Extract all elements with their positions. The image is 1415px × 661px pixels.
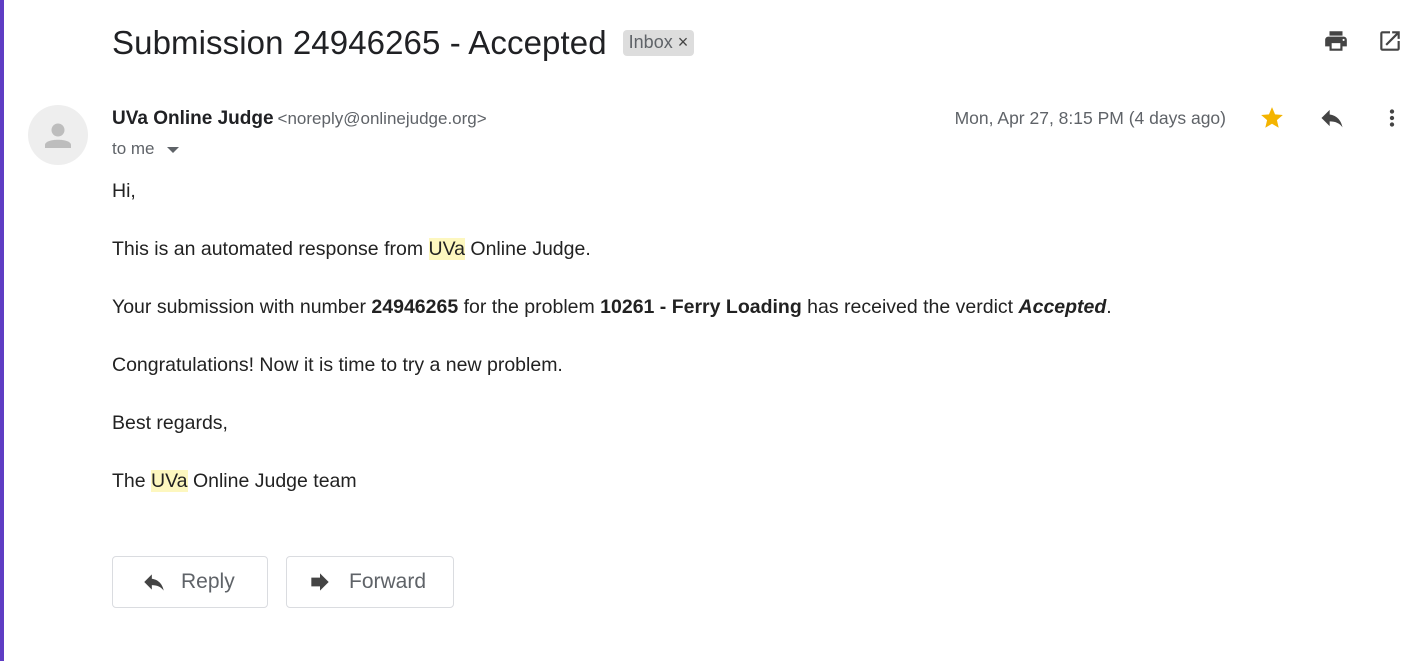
open-in-new-window-icon[interactable] [1375, 26, 1405, 56]
text-segment: This is an automated response from [112, 238, 429, 260]
reply-icon[interactable] [1317, 103, 1347, 133]
default-avatar-icon [45, 123, 71, 148]
reply-button-label: Reply [181, 570, 235, 593]
body-line-signature: The UVa Online Judge team [112, 468, 1112, 495]
remove-label-button[interactable]: × [678, 32, 689, 53]
verdict: Accepted [1018, 296, 1107, 318]
text-segment: The [112, 470, 152, 492]
text-segment: Your submission with number [112, 296, 372, 318]
recipient-line: to me [112, 139, 179, 159]
chevron-down-icon[interactable] [166, 147, 179, 153]
top-toolbar [1321, 26, 1405, 56]
email-subject: Submission 24946265 - Accepted [112, 24, 607, 61]
forward-button-label: Forward [349, 570, 427, 593]
star-icon[interactable] [1257, 103, 1287, 133]
sender-line: UVa Online Judge <noreply@onlinejudge.org… [112, 108, 487, 130]
reply-icon [141, 569, 167, 595]
text-segment: . [1106, 296, 1112, 318]
forward-icon [307, 569, 333, 595]
print-icon[interactable] [1321, 26, 1351, 56]
label-text: Inbox [628, 32, 673, 52]
highlighted-term: UVa [428, 238, 465, 260]
email-date: Mon, Apr 27, 8:15 PM (4 days ago) [954, 108, 1226, 128]
recipient-text: to me [112, 139, 155, 158]
text-segment: Online Judge. [465, 238, 591, 260]
submission-number: 24946265 [371, 296, 459, 318]
sender-name[interactable]: UVa Online Judge [112, 108, 274, 129]
email-body: Hi, This is an automated response from U… [112, 178, 1112, 526]
text-segment: Online Judge team [187, 470, 357, 492]
window-left-edge [0, 0, 4, 661]
sender-email: <noreply@onlinejudge.org> [277, 109, 487, 128]
message-actions [1257, 103, 1407, 133]
sender-avatar [28, 105, 88, 165]
greeting: Hi, [112, 180, 136, 202]
more-vertical-icon[interactable] [1377, 103, 1407, 133]
highlighted-term: UVa [151, 470, 188, 492]
body-line-intro: This is an automated response from UVa O… [112, 236, 1112, 263]
body-line-congrats: Congratulations! Now it is time to try a… [112, 354, 563, 376]
forward-button[interactable]: Forward [286, 556, 454, 608]
reply-button[interactable]: Reply [112, 556, 268, 608]
problem-name: 10261 - Ferry Loading [600, 296, 802, 318]
subject-row: Submission 24946265 - Accepted Inbox × [112, 20, 695, 66]
inbox-label-chip[interactable]: Inbox × [622, 30, 695, 56]
text-segment: has received the verdict [801, 296, 1019, 318]
text-segment: for the problem [458, 296, 601, 318]
body-line-regards: Best regards, [112, 412, 228, 434]
body-line-verdict: Your submission with number 24946265 for… [112, 294, 1112, 321]
